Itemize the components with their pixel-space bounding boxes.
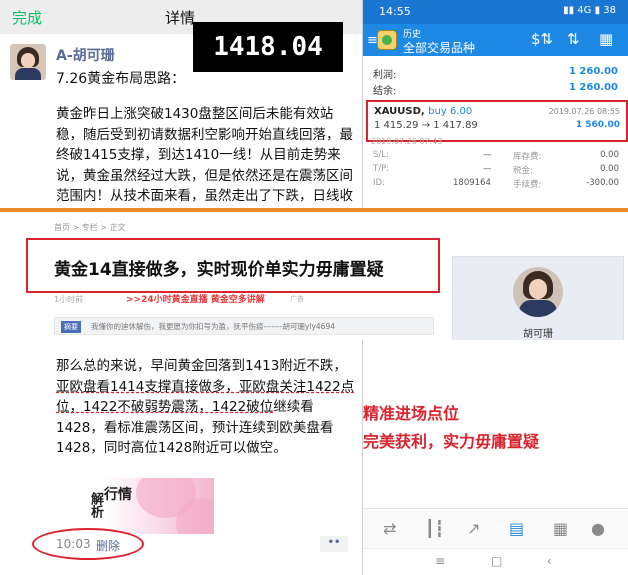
wechat-moment-top: 完成 详情 A-胡可珊 7.26黄金布局思路： 黄金昨日上涨突破1430盘整区间… xyxy=(0,0,362,208)
article-headline: 黄金14直接做多，实时现价单实力毋庸置疑 xyxy=(54,260,384,280)
profit-label: 利润: xyxy=(373,70,397,81)
balance-value: 1 260.00 xyxy=(568,82,618,93)
annotation-line-2: 完美获利，实力毋庸置疑 xyxy=(363,432,540,451)
currency-icon[interactable]: $⇅ xyxy=(531,30,553,48)
mt4-history-panel: 14:55 ▮▮ 4G ▮ 38 ≡ 历史 全部交易品种 $⇅ ⇅ ▦ 利润: … xyxy=(362,0,628,208)
post-time: 10:03 xyxy=(56,537,91,551)
promo-link[interactable]: >>24小时黄金直播 黄金空多讲解 xyxy=(126,292,265,305)
mt4-tab-bar: ⇄ ┃┇ ↗ ▤ ▦ ● xyxy=(363,508,628,548)
avatar[interactable] xyxy=(10,44,46,80)
more-options-button[interactable]: •• xyxy=(320,536,348,552)
trade-profit: 1 560.00 xyxy=(575,120,620,130)
calendar-icon[interactable]: ▦ xyxy=(599,30,613,48)
home-nav-icon[interactable]: □ xyxy=(491,554,502,568)
trade-close-date: 2019.07.26 08:55 xyxy=(548,107,620,116)
price-display: 1418.04 xyxy=(193,22,343,72)
news-tab-icon[interactable]: ▦ xyxy=(553,519,568,538)
quotes-tab-icon[interactable]: ⇄ xyxy=(383,519,396,538)
summary-text: 我懂你的迪休解伤，我更愿为你扣号为盈，抚平伤痕-------胡可珊yly4694 xyxy=(91,322,335,331)
author-card[interactable]: 胡可珊 xyxy=(452,256,624,344)
trade-open-date: 2019.07.26 07:43 xyxy=(371,137,443,146)
trade-side: buy 6.00 xyxy=(428,106,473,117)
author-card-name: 胡可珊 xyxy=(523,329,553,340)
balance-row: 结余: 1 260.00 xyxy=(373,82,618,97)
page-title: 详情 xyxy=(165,9,196,27)
detail-row-id: ID: 1809164 手续费: -300.00 xyxy=(373,178,619,190)
post-image[interactable]: 行情 解析 xyxy=(56,478,214,534)
android-nav-bar: ≡ □ ‹ xyxy=(363,548,628,575)
app-toolbar: ≡ 历史 全部交易品种 $⇅ ⇅ ▦ xyxy=(363,24,628,56)
thumb-caption-2: 解析 xyxy=(88,492,103,518)
symbol-filter[interactable]: 全部交易品种 xyxy=(403,39,475,56)
annotation-panel: 精准进场点位 完美获利，实力毋庸置疑 ⇄ ┃┇ ↗ ▤ ▦ ● ≡ □ ‹ xyxy=(362,340,628,575)
done-button[interactable]: 完成 xyxy=(12,7,42,28)
trade-tab-icon[interactable]: ↗ xyxy=(467,519,480,538)
article-header: 首页 > 专栏 > 正文 黄金14直接做多，实时现价单实力毋庸置疑 1小时前 >… xyxy=(0,208,628,344)
trade-record[interactable]: XAUUSD, buy 6.00 2019.07.26 08:55 1 415.… xyxy=(366,100,628,142)
post-body-continued: 那么总的来说，早间黄金回落到1413附近不跌，亚欧盘看1414支撑直接做多，亚欧… xyxy=(56,358,355,456)
author-name[interactable]: A-胡可珊 xyxy=(56,45,115,65)
history-tab-icon[interactable]: ▤ xyxy=(509,519,524,538)
sort-icon[interactable]: ⇅ xyxy=(567,30,580,48)
annotation-line-1: 精准进场点位 xyxy=(363,404,460,423)
status-bar: 14:55 ▮▮ 4G ▮ 38 xyxy=(363,0,628,24)
back-nav-icon[interactable]: ‹ xyxy=(547,554,552,568)
breadcrumb[interactable]: 首页 > 专栏 > 正文 xyxy=(54,222,126,233)
profit-value: 1 260.00 xyxy=(568,66,618,77)
status-icons: ▮▮ 4G ▮ 38 xyxy=(563,5,616,16)
trade-symbol: XAUUSD, buy 6.00 xyxy=(374,106,473,117)
headline-highlight: 黄金14直接做多，实时现价单实力毋庸置疑 xyxy=(26,238,440,293)
thumb-caption-1: 行情 xyxy=(104,487,132,503)
detail-row-sl: S/L: — 库存费: 0.00 xyxy=(373,150,619,162)
balance-label: 结余: xyxy=(373,86,397,97)
profit-row: 利润: 1 260.00 xyxy=(373,66,618,81)
post-title: 7.26黄金布局思路： xyxy=(56,71,186,87)
app-logo-icon xyxy=(377,30,397,50)
trade-prices: 1 415.29 → 1 417.89 xyxy=(374,120,478,131)
summary-box: 摘要 我懂你的迪休解伤，我更愿为你扣号为盈，抚平伤痕-------胡可珊yly4… xyxy=(54,317,434,335)
ad-tag: 广告 xyxy=(290,295,304,303)
summary-tag: 摘要 xyxy=(61,321,81,333)
chart-tab-icon[interactable]: ┃┇ xyxy=(425,519,444,538)
wechat-moment-bottom: 那么总的来说，早间黄金回落到1413附近不跌，亚欧盘看1414支撑直接做多，亚欧… xyxy=(0,340,362,575)
post-body: 黄金昨日上涨突破1430盘整区间后未能有效站稳，随后受到初请数据利空影响开始直线… xyxy=(56,106,353,204)
article-time: 1小时前 xyxy=(54,295,84,304)
messages-tab-icon[interactable]: ● xyxy=(591,519,605,538)
delete-button[interactable]: 删除 xyxy=(96,537,120,554)
status-time: 14:55 xyxy=(379,5,411,18)
menu-nav-icon[interactable]: ≡ xyxy=(435,554,445,568)
author-avatar xyxy=(513,267,563,317)
detail-row-tp: T/P: — 税金: 0.00 xyxy=(373,164,619,176)
